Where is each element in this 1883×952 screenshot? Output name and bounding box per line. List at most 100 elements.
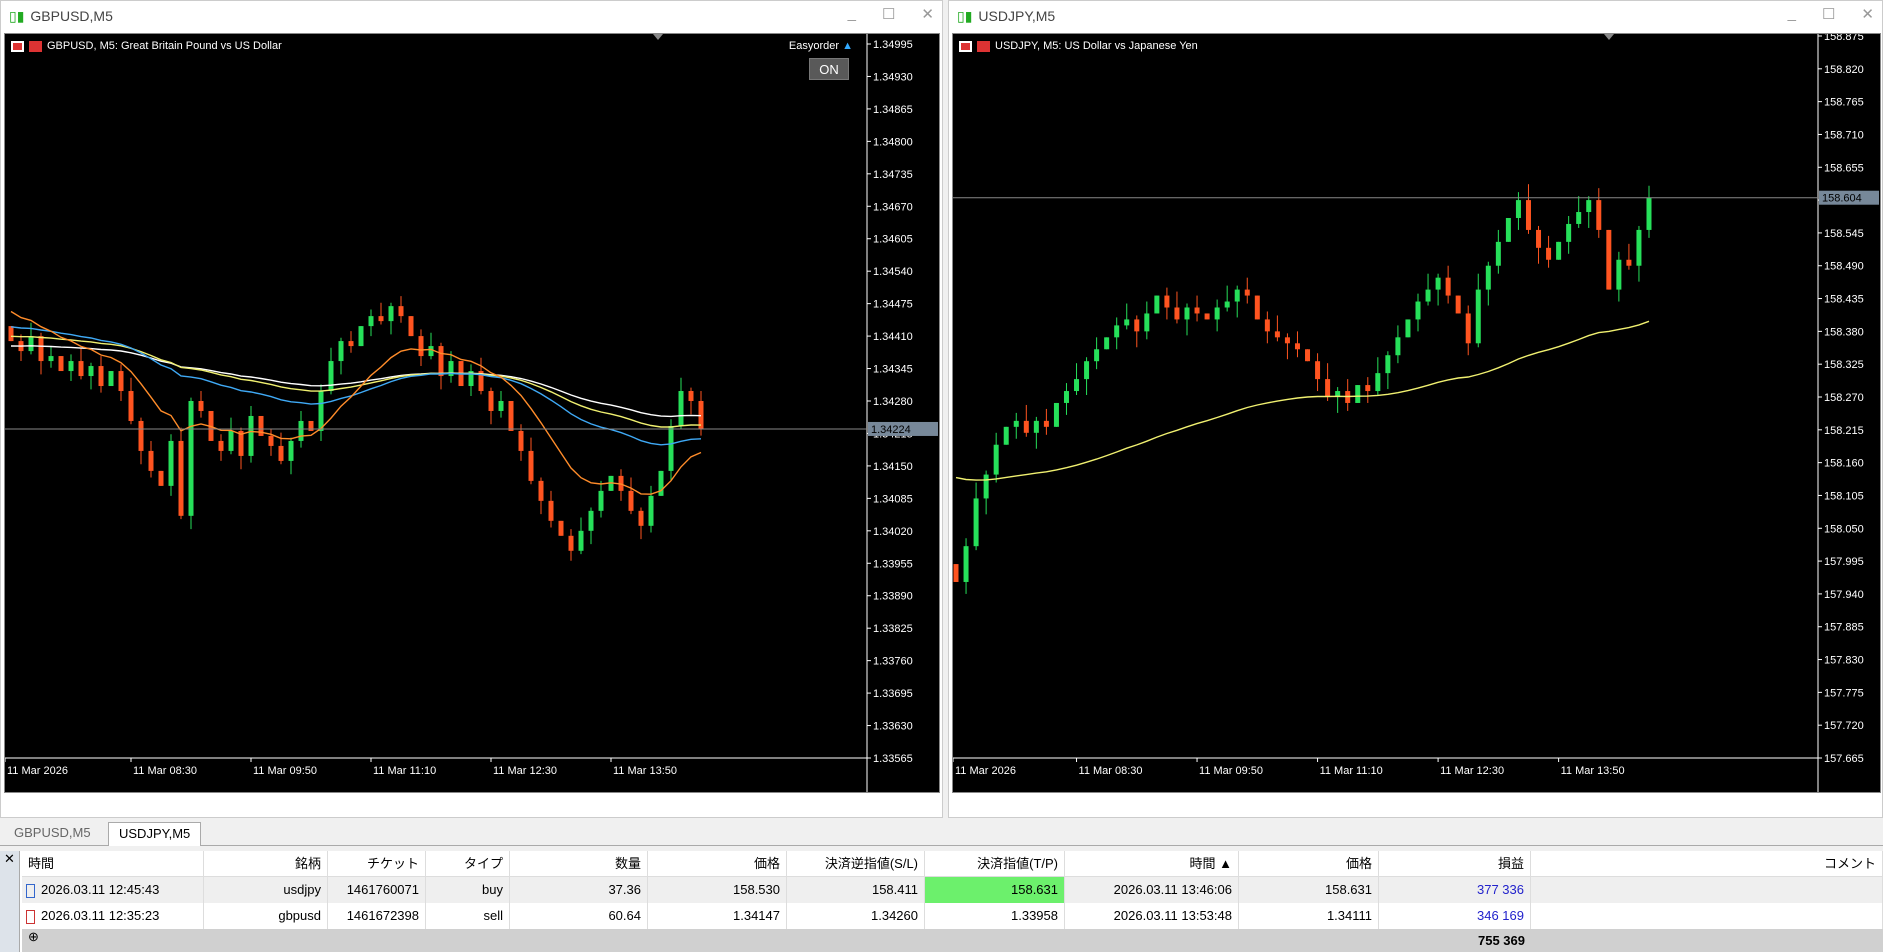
candle-body: [318, 391, 324, 431]
price-label: 1.33630: [873, 721, 913, 733]
price-label: 157.665: [1824, 753, 1864, 765]
maximize-button[interactable]: ☐: [1822, 5, 1835, 23]
column-header[interactable]: 決済逆指値(S/L): [787, 851, 925, 876]
current-price-label: 158.604: [1822, 193, 1862, 205]
candle-body: [1154, 295, 1160, 314]
gbpusd-chart-window[interactable]: ▯▮ GBPUSD,M5 _ ☐ ✕ 1.34995 1.34930 1.34865 1.3…: [0, 0, 943, 818]
candle-body: [1435, 277, 1441, 290]
table-cell: 1.34111: [1239, 903, 1379, 929]
price-label: 158.215: [1824, 425, 1864, 437]
candle-body: [1053, 402, 1059, 427]
price-label: 158.270: [1824, 392, 1864, 404]
chart-icon: ▯▮: [957, 7, 973, 24]
sell-order-icon: [26, 909, 35, 924]
column-header[interactable]: 損益: [1379, 851, 1531, 876]
candle-body: [993, 444, 999, 475]
candle-body: [1556, 241, 1562, 260]
candle-body: [378, 316, 384, 322]
candle-body: [1224, 301, 1230, 308]
price-chart: 158.875 158.820 158.765 158.710 158.655 158.6…: [953, 34, 1879, 792]
candle-body: [1576, 212, 1582, 224]
open-time: 2026.03.11 12:45:43: [41, 882, 160, 897]
tab-usdjpy[interactable]: USDJPY,M5: [108, 822, 202, 846]
column-header[interactable]: コメント: [1531, 851, 1883, 876]
price-label: 1.34800: [873, 136, 913, 148]
column-header[interactable]: 時間: [22, 851, 204, 876]
grid-icon: [11, 40, 24, 52]
candle-body: [678, 391, 684, 426]
column-header[interactable]: 数量: [510, 851, 648, 876]
price-label: 158.710: [1824, 129, 1864, 141]
price-label: 158.545: [1824, 228, 1864, 240]
candle-body: [1495, 241, 1501, 266]
candle-body: [8, 326, 14, 342]
time-label: 11 Mar 12:30: [1440, 765, 1504, 777]
candle-body: [1355, 385, 1361, 403]
grid-icon: [959, 40, 972, 52]
price-label: 1.34735: [873, 169, 913, 181]
candle-body: [1284, 337, 1290, 344]
column-header[interactable]: タイプ: [426, 851, 510, 876]
time-label: 11 Mar 09:50: [1199, 765, 1263, 777]
column-header[interactable]: 決済指値(T/P): [925, 851, 1065, 876]
maximize-button[interactable]: ☐: [882, 5, 895, 23]
time-label: 11 Mar 13:50: [613, 765, 677, 777]
candle-body: [648, 495, 654, 526]
price-label: 1.33955: [873, 558, 913, 570]
minimize-button[interactable]: _: [848, 5, 856, 23]
candle-body: [1445, 277, 1451, 296]
candle-body: [953, 564, 959, 582]
column-header[interactable]: 価格: [648, 851, 787, 876]
tab-gbpusd[interactable]: GBPUSD,M5: [4, 822, 101, 846]
candle-body: [178, 440, 184, 516]
window-title: USDJPY,M5: [978, 8, 1056, 24]
price-label: 1.34540: [873, 266, 913, 278]
candle-body: [168, 440, 174, 486]
table-cell: 377 336: [1379, 877, 1531, 903]
candle-body: [1646, 197, 1652, 230]
candle-body: [1325, 379, 1331, 397]
candle-body: [1264, 319, 1270, 332]
candle-body: [1606, 229, 1612, 290]
candle-body: [1013, 420, 1019, 427]
price-label: 1.34150: [873, 461, 913, 473]
candle-body: [1505, 217, 1511, 242]
candle-body: [1204, 313, 1210, 320]
table-cell: 158.530: [648, 877, 787, 903]
close-button[interactable]: ✕: [921, 5, 934, 23]
candle-body: [1043, 420, 1049, 427]
column-header[interactable]: 銘柄: [204, 851, 328, 876]
close-button[interactable]: ✕: [1861, 5, 1874, 23]
time-label: 11 Mar 12:30: [493, 765, 557, 777]
candle-body: [1074, 379, 1080, 392]
usdjpy-chart-window[interactable]: ▯▮ USDJPY,M5 _ ☐ ✕ 158.875 158.820 158.765 158…: [948, 0, 1883, 818]
open-time: 2026.03.11 12:35:23: [41, 908, 160, 923]
candle-body: [1475, 289, 1481, 344]
minimize-button[interactable]: _: [1788, 5, 1796, 23]
candle-body: [1586, 200, 1592, 213]
gbpusd-chart[interactable]: 1.34995 1.34930 1.34865 1.34800 1.34735 1.346…: [4, 33, 940, 793]
shift-marker-icon: [653, 34, 663, 40]
column-header[interactable]: 価格: [1239, 851, 1379, 876]
table-cell: 1461760071: [328, 877, 426, 903]
close-panel-button[interactable]: ✕: [4, 851, 15, 866]
column-header[interactable]: 時間 ▲: [1065, 851, 1239, 876]
price-label: 158.765: [1824, 97, 1864, 109]
easyorder-on-button[interactable]: ON: [809, 58, 849, 80]
usdjpy-chart[interactable]: 158.875 158.820 158.765 158.710 158.655 158.6…: [952, 33, 1881, 793]
candle-body: [1515, 200, 1521, 218]
candle-body: [148, 450, 154, 471]
candle-body: [1124, 319, 1130, 326]
table-cell: sell: [426, 903, 510, 929]
candle-body: [1184, 307, 1190, 320]
price-label: 158.435: [1824, 294, 1864, 306]
column-header[interactable]: チケット: [328, 851, 426, 876]
candle-body: [578, 530, 584, 551]
table-row[interactable]: 2026.03.11 12:35:23 gbpusd 1461672398 sell 6…: [22, 903, 1883, 929]
table-row[interactable]: 2026.03.11 12:45:43 usdjpy 1461760071 buy 37…: [22, 877, 1883, 903]
candle-body: [1546, 247, 1552, 260]
candle-body: [1104, 337, 1110, 350]
price-label: 157.775: [1824, 687, 1864, 699]
candle-body: [1164, 295, 1170, 308]
table-header: 時間 銘柄 チケット タイプ 数量 価格 決済逆指値(S/L) 決済指値(T/P) 時間 ▲ 価格…: [22, 851, 1883, 877]
